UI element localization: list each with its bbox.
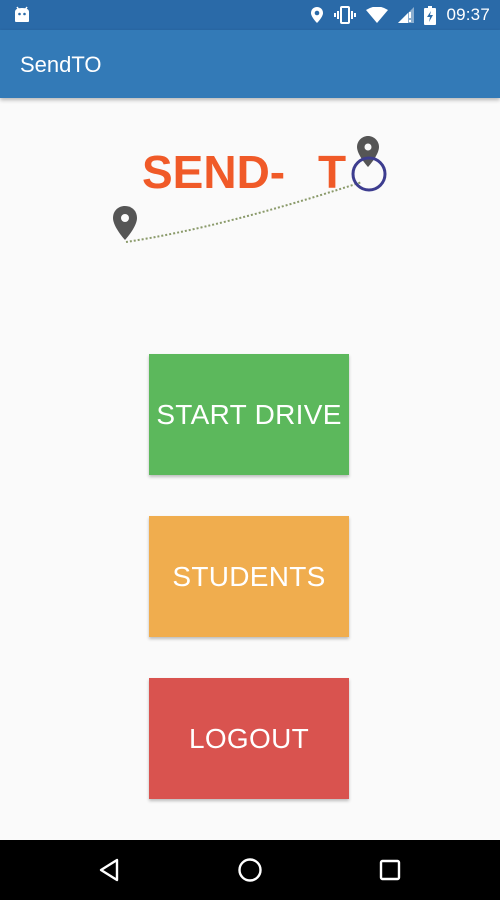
logo-text-t: T bbox=[318, 146, 346, 198]
status-time: 09:37 bbox=[446, 5, 490, 24]
start-drive-button[interactable]: START DRIVE bbox=[149, 354, 349, 475]
vibrate-icon bbox=[334, 6, 357, 24]
app-title: SendTO bbox=[20, 52, 102, 77]
android-notification-icon bbox=[12, 6, 32, 24]
logout-button[interactable]: LOGOUT bbox=[149, 678, 349, 799]
app-bar: SendTO bbox=[0, 30, 500, 98]
sendto-logo: SEND- T bbox=[104, 132, 396, 250]
students-button[interactable]: STUDENTS bbox=[149, 516, 349, 637]
recents-icon[interactable] bbox=[374, 854, 406, 886]
status-icons: 09:37 bbox=[310, 0, 490, 30]
location-icon bbox=[310, 6, 324, 24]
logo-text: SEND- bbox=[142, 146, 285, 198]
home-icon[interactable] bbox=[234, 854, 266, 886]
destination-pin-icon bbox=[351, 136, 387, 192]
battery-icon bbox=[424, 5, 437, 25]
signal-icon bbox=[398, 7, 415, 23]
wifi-icon bbox=[366, 7, 389, 23]
main-content: SEND- T START DRIVE STUDENTS LOGOUT bbox=[0, 98, 500, 840]
status-bar: 09:37 bbox=[0, 0, 500, 30]
map-pin-icon bbox=[113, 206, 137, 240]
back-icon[interactable] bbox=[93, 854, 125, 886]
navigation-bar bbox=[0, 840, 500, 900]
